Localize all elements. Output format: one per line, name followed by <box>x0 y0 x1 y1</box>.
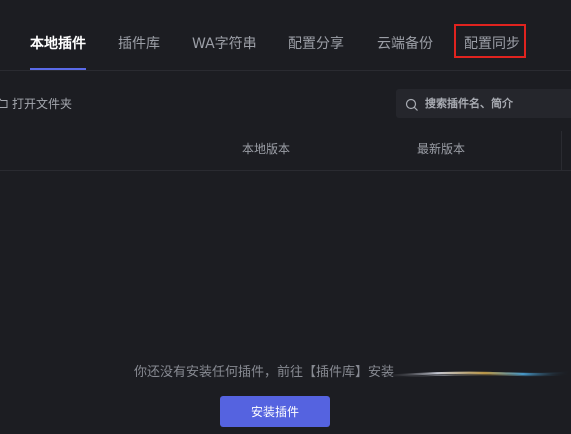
tab-config-share[interactable]: 配置分享 <box>288 34 344 54</box>
tab-bar: 本地插件 插件库 WA字符串 配置分享 云端备份 配置同步 <box>0 0 571 71</box>
tab-plugin-library[interactable]: 插件库 <box>118 34 160 54</box>
column-divider <box>561 131 562 171</box>
app-window: 本地插件 插件库 WA字符串 配置分享 云端备份 配置同步 打开文件夹 本地版本… <box>0 0 571 434</box>
tab-local-plugins[interactable]: 本地插件 <box>30 34 86 54</box>
install-plugin-button[interactable]: 安装插件 <box>220 396 330 427</box>
config-sync-highlight-box <box>454 24 526 58</box>
search-input[interactable] <box>425 97 571 110</box>
tab-cloud-backup[interactable]: 云端备份 <box>377 34 433 54</box>
folder-icon <box>0 96 8 110</box>
search-box[interactable] <box>396 89 571 118</box>
open-folder-label: 打开文件夹 <box>12 96 73 111</box>
column-latest-version: 最新版本 <box>417 142 466 156</box>
open-folder-button[interactable]: 打开文件夹 <box>0 93 72 113</box>
search-icon <box>405 97 419 111</box>
decorative-wave-graphic <box>380 370 571 378</box>
plugin-table-header: 本地版本 最新版本 <box>0 131 571 171</box>
column-local-version: 本地版本 <box>242 142 291 156</box>
active-tab-indicator <box>30 68 86 70</box>
tab-wa-strings[interactable]: WA字符串 <box>192 34 257 54</box>
